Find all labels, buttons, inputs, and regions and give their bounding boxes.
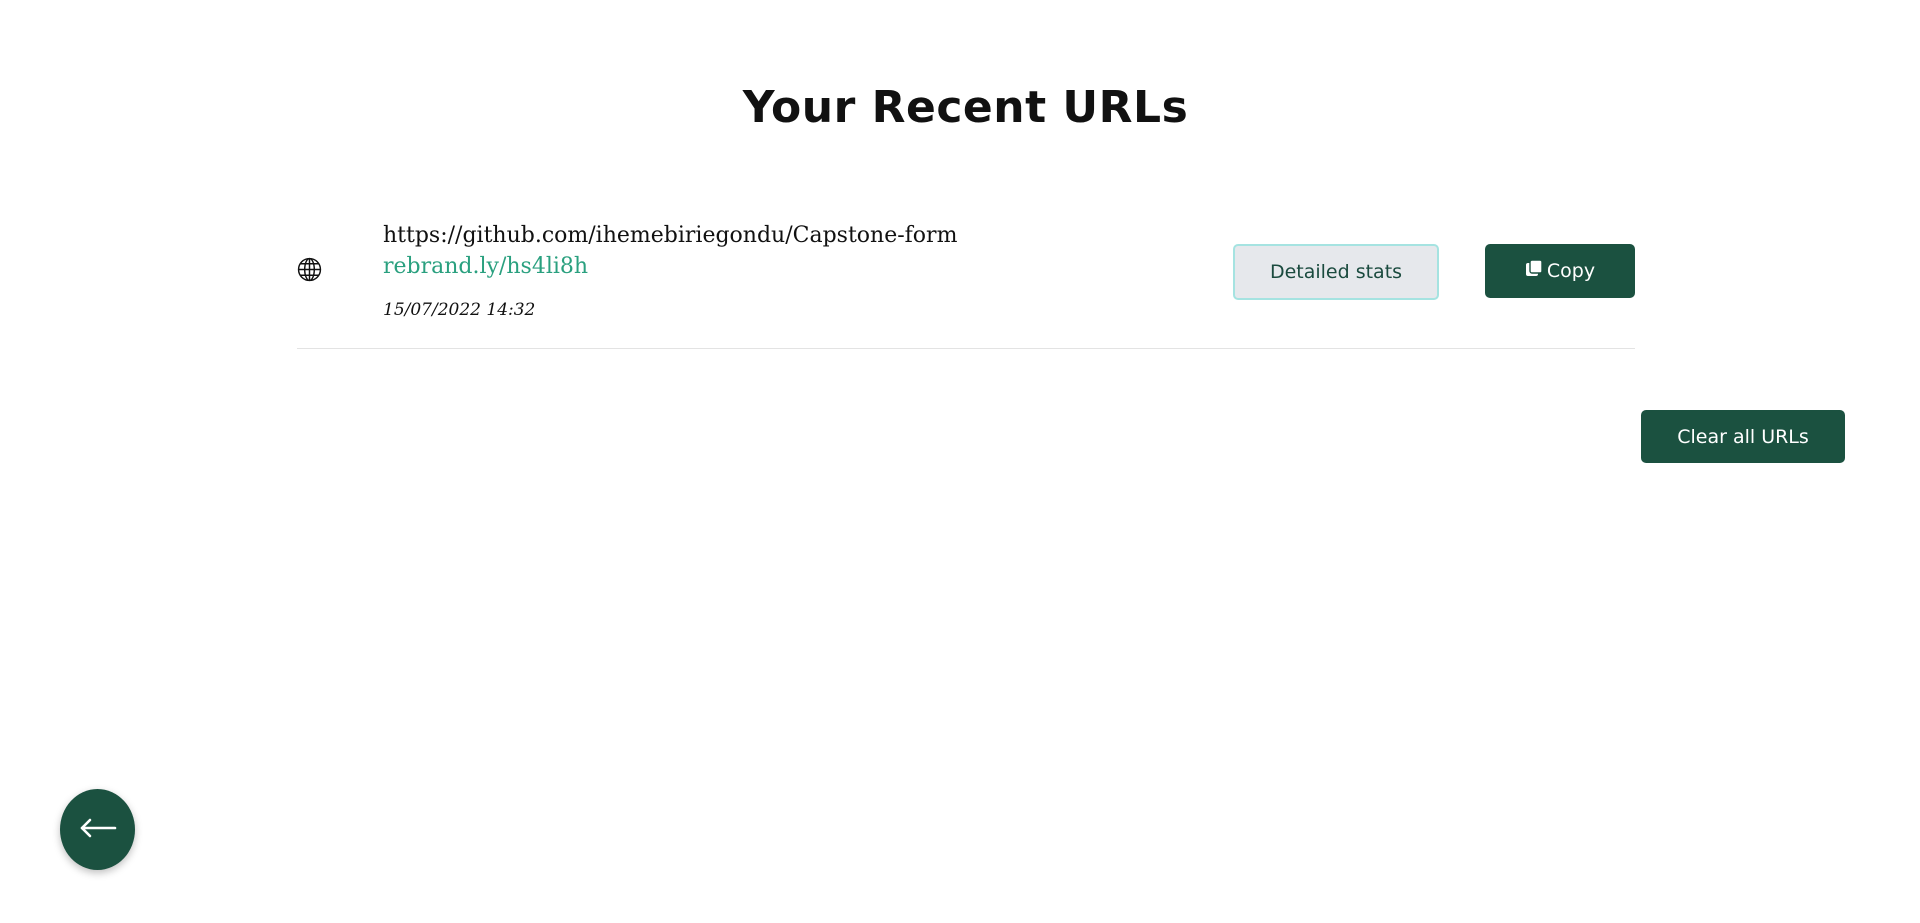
- recent-urls-page: Your Recent URLs https://github.com/ihem…: [0, 0, 1920, 923]
- back-button[interactable]: [60, 789, 135, 870]
- url-details: https://github.com/ihemebiriegondu/Capst…: [383, 221, 957, 321]
- globe-icon: [297, 257, 322, 282]
- url-list: https://github.com/ihemebiriegondu/Capst…: [297, 215, 1635, 349]
- page-title: Your Recent URLs: [742, 82, 1189, 133]
- clear-all-urls-button[interactable]: Clear all URLs: [1641, 410, 1845, 463]
- copy-button[interactable]: Copy: [1485, 244, 1635, 298]
- short-url-link[interactable]: rebrand.ly/hs4li8h: [383, 251, 588, 283]
- copy-icon: [1525, 259, 1543, 277]
- created-date: 15/07/2022 14:32: [383, 300, 536, 320]
- list-item: https://github.com/ihemebiriegondu/Capst…: [297, 215, 1635, 349]
- original-url: https://github.com/ihemebiriegondu/Capst…: [383, 223, 958, 248]
- detailed-stats-button[interactable]: Detailed stats: [1233, 244, 1439, 300]
- arrow-left-icon: [78, 818, 118, 841]
- copy-button-label: Copy: [1546, 260, 1596, 282]
